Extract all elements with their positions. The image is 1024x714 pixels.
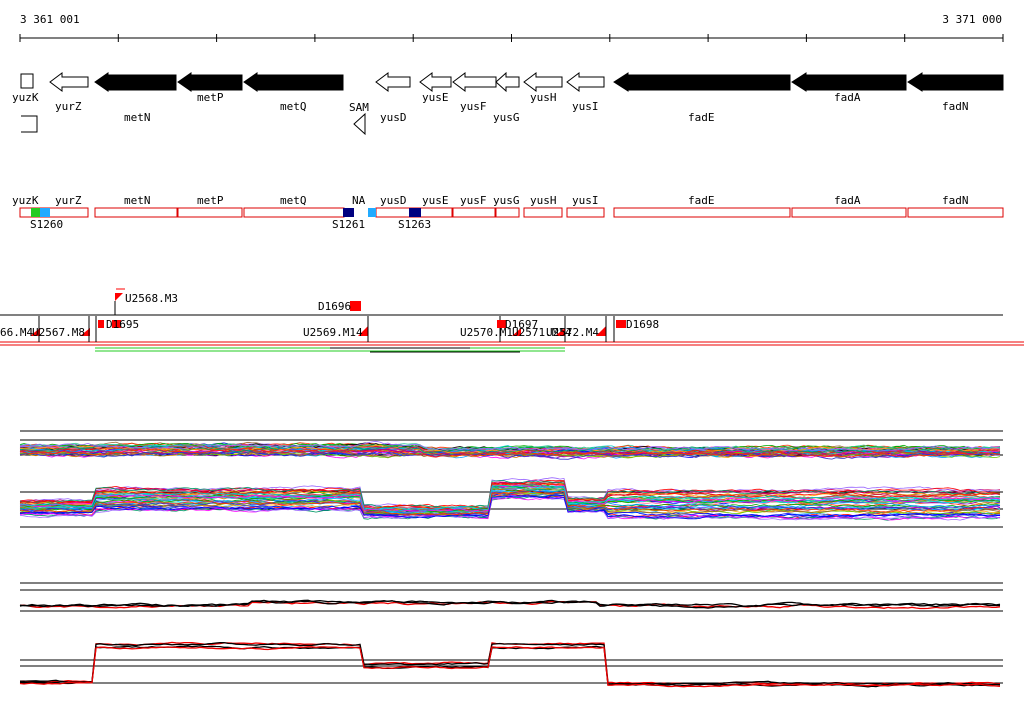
box-label-NA: NA <box>352 194 366 207</box>
gene-label-yurZ: yurZ <box>55 100 82 113</box>
segment-S1260-green[interactable] <box>31 208 40 217</box>
gene-box-fadN[interactable] <box>907 207 1004 218</box>
box-label-yusG: yusG <box>493 194 520 207</box>
coord-end-label: 3 371 000 <box>942 13 1002 26</box>
segment-label-S1260: S1260 <box>30 218 63 231</box>
feature-label-D1696: D1696 <box>318 300 351 313</box>
gene-label-fadN: fadN <box>942 100 969 113</box>
summary2-line <box>19 641 1001 686</box>
coordinate-ruler: 3 361 001 3 371 000 <box>19 13 1004 42</box>
gene-label-fadE: fadE <box>688 111 715 124</box>
box-label-yusF: yusF <box>460 194 487 207</box>
gene-fadN-arrow[interactable] <box>907 72 1004 92</box>
gene-box-yusH[interactable] <box>523 207 563 218</box>
box-label-metQ: metQ <box>280 194 307 207</box>
segment-S1261-navy[interactable] <box>343 208 354 217</box>
gene-label-metQ: metQ <box>280 100 307 113</box>
gene-yusI-arrow[interactable] <box>566 72 605 92</box>
gene-box-fadA[interactable] <box>791 207 907 218</box>
box-label-yusD: yusD <box>380 194 407 207</box>
gene-box-metP[interactable] <box>177 207 243 218</box>
coord-start-label: 3 361 001 <box>20 13 80 26</box>
gene-label-yusE: yusE <box>422 91 449 104</box>
gene-label-yusF: yusF <box>460 100 487 113</box>
feature-D1695-marker-a[interactable] <box>98 320 104 328</box>
gene-fadE-arrow[interactable] <box>613 72 791 92</box>
gene-yusG-arrow[interactable] <box>495 71 520 93</box>
segment-S1260-cyan[interactable] <box>40 208 50 217</box>
expression-profile-track-1 <box>19 430 1003 460</box>
feature-D1696-marker[interactable] <box>350 301 361 311</box>
gene-label-yuzK: yuzK <box>12 91 39 104</box>
gene-yusH-arrow[interactable] <box>523 72 563 92</box>
gene-box-yusF[interactable] <box>452 207 496 218</box>
feature-track: U2568.M3 D1696 66.M4 U2567.M8 D1695 U256… <box>0 288 1024 353</box>
gene-yusF-arrow[interactable] <box>452 72 497 92</box>
feature-label-U2572.M4: U2572.M4 <box>546 326 599 339</box>
gene-yuzK-arrow[interactable] <box>20 73 34 89</box>
gene-box-yuzK-yurZ[interactable] <box>19 207 89 218</box>
gene-annotation-track: yuzK yurZ metN metP metQ SAM yusD yusE y… <box>12 71 1004 136</box>
expression-profile-track-2 <box>19 477 1003 528</box>
feature-label-D1695: D1695 <box>106 318 139 331</box>
box-label-fadA: fadA <box>834 194 861 207</box>
gene-label-fadA: fadA <box>834 91 861 104</box>
box-label-yurZ: yurZ <box>55 194 82 207</box>
gene-label-yusG: yusG <box>493 111 520 124</box>
gene-box-fadE[interactable] <box>613 207 791 218</box>
gene-fadA-arrow[interactable] <box>791 72 907 92</box>
gene-box-yusI[interactable] <box>566 207 605 218</box>
feature-D1698-marker[interactable] <box>616 320 626 328</box>
box-label-yusE: yusE <box>422 194 449 207</box>
gene-label-metP: metP <box>197 91 224 104</box>
genome-browser-view: 3 361 001 3 371 000 yuzK yurZ metN metP … <box>0 13 1024 688</box>
gene-metQ-arrow[interactable] <box>243 72 344 92</box>
box-label-metP: metP <box>197 194 224 207</box>
gene-label-SAM: SAM <box>349 101 369 114</box>
box-label-fadN: fadN <box>942 194 969 207</box>
summary2-line <box>19 641 1001 686</box>
gene-label-metN: metN <box>124 111 151 124</box>
segment-label-S1263: S1263 <box>398 218 431 231</box>
gene-yurZ-arrow[interactable] <box>49 72 89 92</box>
box-label-metN: metN <box>124 194 151 207</box>
feature-label-U2567.M8: U2567.M8 <box>32 326 85 339</box>
segment-S1263-navy[interactable] <box>409 208 421 217</box>
feature-label-U2568.M3: U2568.M3 <box>125 292 178 305</box>
gene-yusE-arrow[interactable] <box>419 72 452 92</box>
feature-label-D1698: D1698 <box>626 318 659 331</box>
gene-box-track: yuzK yurZ metN metP metQ NA yusD yusE yu… <box>12 194 1004 231</box>
summary2-line <box>19 646 1001 688</box>
gene-box-metQ[interactable] <box>243 207 345 218</box>
riboswitch-SAM-marker[interactable] <box>353 112 366 136</box>
gene-metP-arrow[interactable] <box>177 72 243 92</box>
gene-label-yusD: yusD <box>380 111 407 124</box>
gene-label-yusI: yusI <box>572 100 599 113</box>
segment-label-S1261: S1261 <box>332 218 365 231</box>
gene-label-yusH: yusH <box>530 91 557 104</box>
box-label-yuzK: yuzK <box>12 194 39 207</box>
box-label-yusH: yusH <box>530 194 557 207</box>
summary-profile-track-1 <box>19 582 1003 612</box>
gene-box-metN[interactable] <box>94 207 178 218</box>
gene-yuzK-alt-marker <box>21 115 38 133</box>
gene-yusD-arrow[interactable] <box>375 72 411 92</box>
gene-metN-arrow[interactable] <box>94 72 177 92</box>
box-label-yusI: yusI <box>572 194 599 207</box>
box-label-fadE: fadE <box>688 194 715 207</box>
feature-label-U2569.M14: U2569.M14 <box>303 326 363 339</box>
segment-S1261-cyan[interactable] <box>368 208 376 217</box>
feature-label-66.M4: 66.M4 <box>0 326 33 339</box>
summary-profile-track-2 <box>19 641 1003 688</box>
gene-box-yusG[interactable] <box>495 207 520 218</box>
feature-U2568-marker[interactable] <box>115 293 123 301</box>
